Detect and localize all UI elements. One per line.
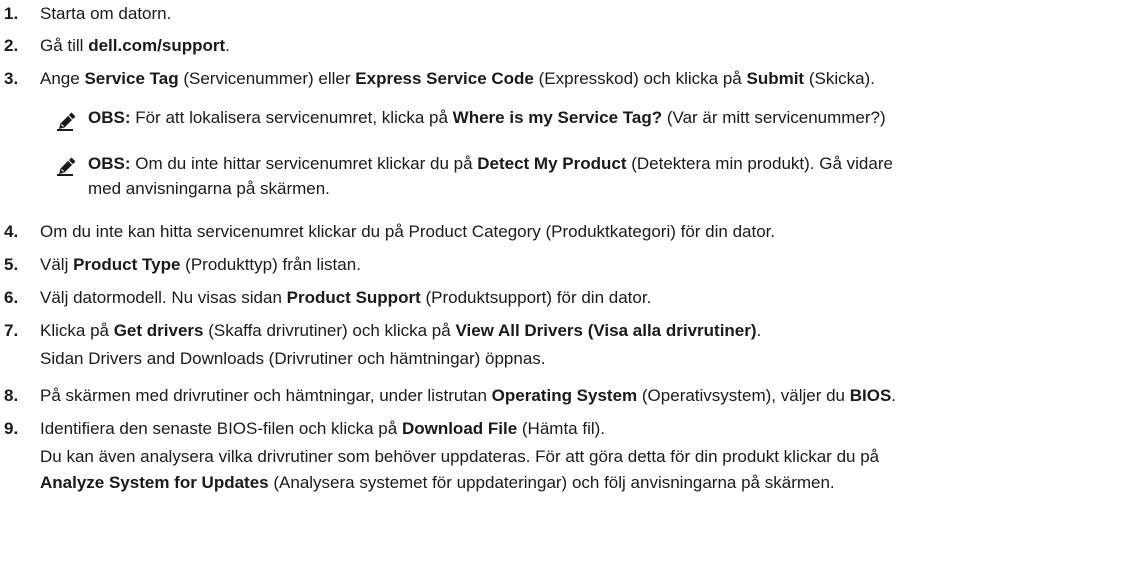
text-segment: (Produktsupport) för din dator.	[420, 288, 652, 307]
bold-text: Get drivers	[113, 321, 204, 340]
note-text-cont: med anvisningarna på skärmen.	[88, 177, 330, 201]
text-segment: (Hämta fil).	[517, 419, 606, 438]
step-number: 6.	[4, 288, 19, 307]
text-segment: Ange	[40, 69, 85, 88]
bold-text: OBS:	[88, 154, 131, 173]
bold-text: Operating System	[491, 386, 638, 405]
text-segment: (Operativsystem), väljer du	[637, 386, 850, 405]
text-segment: (Servicenummer) eller	[178, 69, 356, 88]
text-segment: På skärmen med drivrutiner och hämtninga…	[40, 386, 492, 405]
bold-text: Detect My Product	[477, 154, 627, 173]
step-text: På skärmen med drivrutiner och hämtninga…	[40, 384, 896, 408]
text-segment: .	[891, 386, 897, 405]
text-segment: Du kan även analysera vilka drivrutiner …	[40, 447, 880, 466]
pencil-note-icon	[57, 157, 76, 176]
bold-text: OBS:	[88, 108, 131, 127]
bold-text: Submit	[746, 69, 805, 88]
step-number: 7.	[4, 321, 19, 340]
step-7-continuation: Sidan Drivers and Downloads (Drivrutiner…	[40, 347, 546, 371]
step-text: Om du inte kan hitta servicenumret klick…	[40, 220, 775, 244]
text-segment: Om du inte kan hitta servicenumret klick…	[40, 222, 776, 241]
step-number: 9.	[4, 419, 19, 438]
bold-text: View All Drivers (Visa alla drivrutiner)	[455, 321, 757, 340]
text-segment: (Var är mitt servicenummer?)	[662, 108, 886, 127]
text-segment: .	[756, 321, 762, 340]
step-number: 4.	[4, 222, 19, 241]
step-text: Identifiera den senaste BIOS-filen och k…	[40, 417, 605, 441]
step-9-continuation: Du kan även analysera vilka drivrutiner …	[40, 445, 879, 469]
instruction-document: 1. Starta om datorn. 2. Gå till dell.com…	[0, 0, 1128, 568]
bold-text: Product Type	[73, 255, 181, 274]
text-segment: Starta om datorn.	[40, 4, 172, 23]
text-segment: Gå till	[40, 36, 89, 55]
text-segment: (Expresskod) och klicka på	[533, 69, 747, 88]
bold-text: Product Support	[286, 288, 421, 307]
step-number: 5.	[4, 255, 19, 274]
step-text: Välj Product Type (Produkttyp) från list…	[40, 253, 361, 277]
text-segment: (Skaffa drivrutiner) och klicka på	[203, 321, 456, 340]
text-segment: (Produkttyp) från listan.	[180, 255, 361, 274]
text-segment: (Analysera systemet för uppdateringar) o…	[268, 473, 835, 492]
text-segment: Sidan Drivers and Downloads (Drivrutiner…	[40, 349, 546, 368]
text-segment: (Skicka).	[804, 69, 875, 88]
step-number: 1.	[4, 4, 19, 23]
step-number: 8.	[4, 386, 19, 405]
bold-text: Express Service Code	[355, 69, 534, 88]
text-segment: Identifiera den senaste BIOS-filen och k…	[40, 419, 402, 438]
bold-text: Where is my Service Tag?	[452, 108, 663, 127]
bold-text: Analyze System for Updates	[40, 473, 269, 492]
text-segment: Välj	[40, 255, 74, 274]
step-text: Gå till dell.com/support.	[40, 34, 230, 58]
step-text: Välj datormodell. Nu visas sidan Product…	[40, 286, 651, 310]
text-segment: (Detektera min produkt). Gå vidare	[626, 154, 893, 173]
step-9-continuation: Analyze System for Updates (Analysera sy…	[40, 471, 835, 495]
text-segment: För att lokalisera servicenumret, klicka…	[130, 108, 453, 127]
text-segment: Klicka på	[40, 321, 114, 340]
step-number: 3.	[4, 69, 19, 88]
bold-text: Download File	[401, 419, 518, 438]
note-text: OBS: Om du inte hittar servicenumret kli…	[88, 152, 893, 176]
step-text: Starta om datorn.	[40, 2, 171, 26]
text-segment: Om du inte hittar servicenumret klickar …	[130, 154, 478, 173]
bold-text: Service Tag	[84, 69, 179, 88]
note-text: OBS: För att lokalisera servicenumret, k…	[88, 106, 886, 130]
step-text: Ange Service Tag (Servicenummer) eller E…	[40, 67, 875, 91]
pencil-note-icon	[57, 112, 76, 131]
text-segment: Välj datormodell. Nu visas sidan	[40, 288, 287, 307]
text-segment: .	[225, 36, 230, 55]
bold-text: dell.com/support	[88, 36, 226, 55]
step-text: Klicka på Get drivers (Skaffa drivrutine…	[40, 319, 761, 343]
bold-text: BIOS	[849, 386, 892, 405]
step-number: 2.	[4, 36, 19, 55]
text-segment: med anvisningarna på skärmen.	[88, 179, 330, 198]
